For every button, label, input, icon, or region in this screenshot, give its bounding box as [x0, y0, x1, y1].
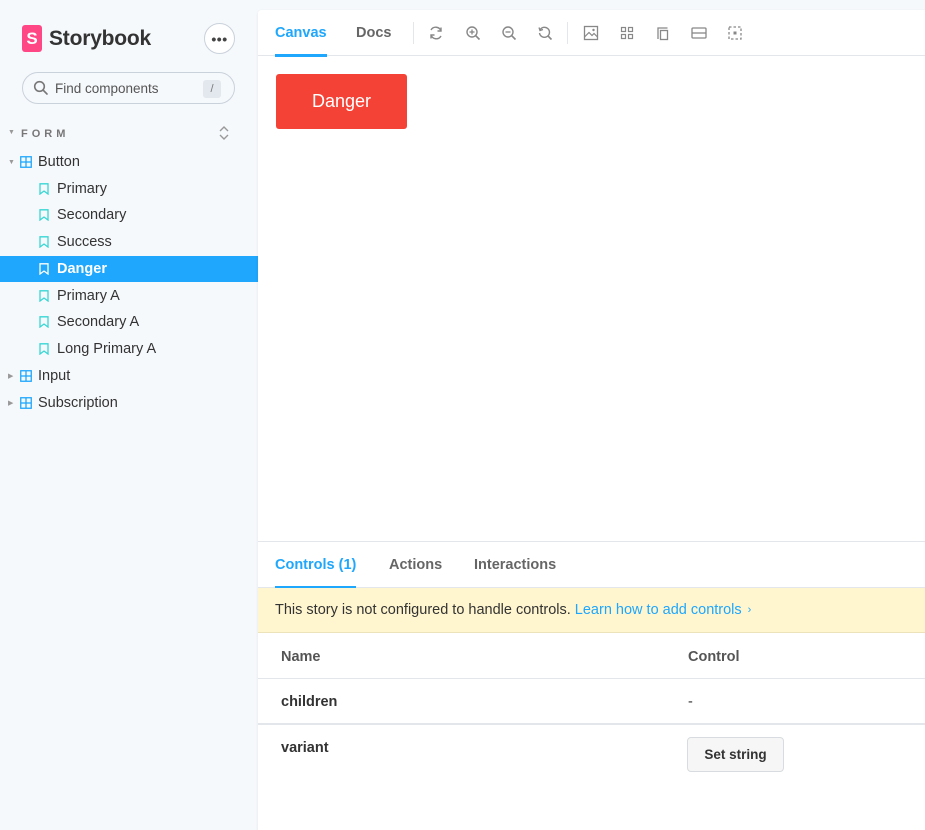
bookmark-icon — [39, 209, 49, 221]
more-options-button[interactable]: ••• — [204, 23, 235, 54]
component-icon — [20, 156, 32, 168]
storybook-logo-icon: S — [22, 25, 42, 52]
danger-button[interactable]: Danger — [276, 74, 407, 129]
column-control-header: Control — [688, 649, 740, 665]
tree-item-label: Secondary A — [57, 314, 140, 330]
addon-tabs: Controls (1) Actions Interactions — [258, 542, 925, 589]
tab-controls[interactable]: Controls (1) — [275, 542, 357, 589]
search-icon — [33, 80, 48, 95]
tab-canvas[interactable]: Canvas — [275, 10, 327, 57]
tree-item-label: Button — [38, 154, 80, 170]
tree-item-label: Success — [57, 234, 112, 250]
main-panel: Canvas Docs Danger Controls (1) Actions … — [258, 10, 925, 830]
bookmark-icon — [39, 343, 49, 355]
args-table-header: Name Control — [258, 633, 925, 679]
set-string-button[interactable]: Set string — [687, 737, 784, 772]
caret-right-icon: ▶ — [8, 400, 14, 407]
brand[interactable]: S Storybook — [22, 25, 151, 52]
table-row: variant Set string — [258, 725, 925, 795]
grid-icon[interactable] — [619, 25, 635, 41]
search-input[interactable] — [55, 80, 195, 96]
tab-actions[interactable]: Actions — [389, 542, 442, 588]
reset-zoom-icon[interactable] — [537, 25, 553, 41]
bookmark-icon — [39, 263, 49, 275]
tree-item-label: Long Primary A — [57, 341, 157, 357]
tree-item-label: Secondary — [57, 207, 127, 223]
table-row: children - — [258, 679, 925, 725]
column-name-header: Name — [281, 649, 321, 665]
tree-story-secondary-a[interactable]: Secondary A — [0, 309, 258, 335]
chevron-right-icon: › — [747, 604, 752, 616]
preview-canvas: Danger — [258, 57, 925, 541]
background-icon[interactable] — [583, 25, 599, 41]
tree-story-success[interactable]: Success — [0, 229, 258, 255]
bookmark-icon — [39, 290, 49, 302]
tab-label: Canvas — [275, 25, 327, 41]
learn-controls-link[interactable]: Learn how to add controls — [575, 602, 742, 618]
search-box[interactable]: / — [22, 72, 235, 104]
addons-panel: Controls (1) Actions Interactions This s… — [258, 541, 925, 830]
tree-item-subscription[interactable]: ▶ Subscription — [0, 390, 258, 416]
arg-name: variant — [281, 740, 329, 756]
tab-interactions[interactable]: Interactions — [474, 542, 556, 588]
caret-right-icon: ▶ — [8, 373, 14, 380]
toolbar-divider — [567, 22, 568, 44]
tab-label: Controls (1) — [275, 557, 357, 573]
component-icon — [20, 397, 32, 409]
toolbar: Canvas Docs — [258, 10, 925, 57]
brand-name: Storybook — [49, 26, 152, 50]
tree-story-primary-a[interactable]: Primary A — [0, 283, 258, 309]
component-icon — [20, 370, 32, 382]
caret-down-icon: ▼ — [8, 129, 15, 136]
bookmark-icon — [39, 316, 49, 328]
group-title: FORM — [21, 128, 70, 140]
tree-item-button[interactable]: ▼ Button — [0, 149, 258, 175]
toolbar-divider — [413, 22, 414, 44]
tree-story-primary[interactable]: Primary — [0, 176, 258, 202]
notice-text: This story is not configured to handle c… — [275, 602, 571, 618]
reload-icon[interactable] — [428, 25, 444, 41]
tree-story-danger[interactable]: Danger — [0, 256, 258, 282]
search-shortcut-key: / — [203, 80, 221, 98]
tree-item-label: Primary — [57, 181, 107, 197]
zoom-in-icon[interactable] — [465, 25, 481, 41]
controls-notice: This story is not configured to handle c… — [258, 588, 925, 633]
arg-control-value: - — [688, 694, 693, 710]
bookmark-icon — [39, 183, 49, 195]
zoom-out-icon[interactable] — [501, 25, 517, 41]
measure-icon[interactable] — [691, 25, 707, 41]
expand-collapse-all-icon[interactable] — [216, 124, 232, 142]
sidebar: S Storybook ••• / ▼ FORM ▼ Button Primar… — [0, 0, 258, 830]
tab-label: Actions — [389, 557, 443, 573]
outline-icon[interactable] — [727, 25, 743, 41]
viewport-icon[interactable] — [655, 25, 671, 41]
tree-item-input[interactable]: ▶ Input — [0, 363, 258, 389]
tab-label: Docs — [356, 25, 392, 41]
group-header-form[interactable]: ▼ FORM — [0, 126, 258, 144]
tab-label: Interactions — [474, 557, 557, 573]
tree-item-label: Input — [38, 368, 71, 384]
tree-item-label: Subscription — [38, 395, 118, 411]
tab-docs[interactable]: Docs — [356, 10, 391, 56]
tree-story-secondary[interactable]: Secondary — [0, 202, 258, 228]
tree-item-label: Primary A — [57, 288, 120, 304]
bookmark-icon — [39, 236, 49, 248]
tree-story-long-primary-a[interactable]: Long Primary A — [0, 336, 258, 362]
caret-down-icon: ▼ — [8, 158, 15, 166]
arg-name: children — [281, 694, 338, 710]
tree-item-label: Danger — [57, 261, 107, 277]
